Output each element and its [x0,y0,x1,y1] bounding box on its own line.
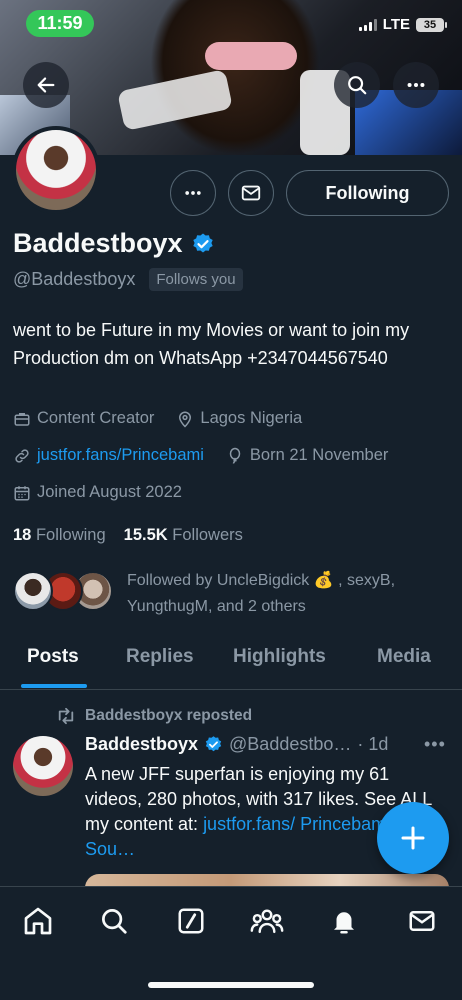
arrow-left-icon [37,77,55,93]
grok-icon [178,908,204,934]
mail-icon [241,185,261,201]
post-author-handle: @Baddestbo… [229,734,352,754]
following-button[interactable]: Following [286,170,449,216]
followers-label: Followers [172,526,243,544]
briefcase-icon [14,412,30,426]
communities-icon [250,909,284,934]
signal-icon [358,18,377,31]
more-horizontal-icon [185,191,201,195]
message-button[interactable] [228,170,274,216]
repost-indicator: Baddestboyx reposted [55,707,252,725]
nav-home[interactable] [21,904,55,938]
bottom-nav [0,886,462,1000]
post-author-name[interactable]: Baddestboyx [85,734,198,755]
verified-badge-icon [205,736,222,752]
search-icon [348,76,367,95]
tab-highlights[interactable]: Highlights [233,646,326,668]
nav-notifications[interactable] [327,904,361,938]
profile-more-button[interactable] [170,170,216,216]
website-link[interactable]: justfor.fans/Princebami [37,446,204,465]
birthday-label: Born 21 November [249,446,389,464]
followers-count-link[interactable]: 15.5K Followers [124,526,243,545]
profile-name: Baddestboyx [13,228,215,259]
network-label: LTE [382,16,410,33]
plus-icon [401,826,425,850]
search-button[interactable] [334,62,380,108]
repost-label[interactable]: Baddestboyx reposted [85,707,252,725]
meta-row-2: justfor.fans/Princebami Born 21 November [13,446,388,465]
location-pin-icon [179,411,192,428]
search-icon [102,909,127,934]
profile-bio: went to be Future in my Movies or want t… [13,320,410,368]
status-time: 11:59 [26,10,94,37]
profile-tabs: Posts Replies Highlights Media [0,636,462,690]
nav-communities[interactable] [250,904,284,938]
bell-icon [334,912,354,934]
website-item[interactable]: justfor.fans/Princebami [13,446,204,465]
location-item: Lagos Nigeria [176,409,302,428]
follows-you-badge: Follows you [149,268,243,291]
status-indicators: LTE 35 [358,16,447,33]
category-item: Content Creator [13,409,154,428]
nav-grok[interactable] [174,904,208,938]
category-label: Content Creator [37,409,155,427]
tab-replies[interactable]: Replies [126,646,194,668]
profile-name-text: Baddestboyx [13,228,183,258]
calendar-icon [14,485,30,500]
balloon-icon [229,447,241,464]
joined-item: Joined August 2022 [13,483,182,502]
followers-count: 15.5K [123,526,168,544]
meta-row-1: Content Creator Lagos Nigeria [13,409,302,428]
profile-avatar[interactable] [12,126,100,214]
banner-shape [205,42,297,70]
followed-by-text: Followed by UncleBigdick 💰 , sexyB, Yung… [127,572,396,615]
mutual-avatar [13,571,53,611]
following-count: 18 [13,526,32,544]
follow-counts: 18 Following 15.5K Followers [13,526,243,545]
banner-shape [150,0,320,155]
back-button[interactable] [23,62,69,108]
meta-row-3: Joined August 2022 [13,483,182,502]
mail-icon [409,911,435,931]
more-options-button[interactable] [393,62,439,108]
tab-media[interactable]: Media [377,646,431,668]
tab-posts[interactable]: Posts [27,646,79,668]
profile-handle: @Baddestboyx [13,269,136,289]
home-indicator [148,982,314,988]
more-horizontal-icon [407,82,425,88]
link-icon [15,448,29,463]
repost-icon [58,707,74,725]
compose-button[interactable] [377,802,449,874]
home-icon [24,907,52,935]
battery-icon: 35 [416,17,447,32]
following-count-link[interactable]: 18 Following [13,526,106,545]
nav-messages[interactable] [405,904,439,938]
birthday-item: Born 21 November [226,446,389,465]
verified-badge-icon[interactable] [191,232,215,256]
active-tab-indicator [21,684,87,688]
joined-label: Joined August 2022 [37,483,182,501]
location-label: Lagos Nigeria [200,409,303,427]
mutual-avatars [13,571,113,615]
handle-row: @Baddestboyx Follows you [13,268,243,291]
post-time: · 1d [357,734,389,754]
followed-by-row[interactable]: Followed by UncleBigdick 💰 , sexyB, Yung… [13,568,437,620]
nav-search[interactable] [97,904,131,938]
post-author-avatar[interactable] [13,736,73,796]
post-header: Baddestboyx @Baddestbo… · 1d [85,734,388,755]
post-more-button[interactable]: ••• [424,734,446,755]
following-label: Following [35,526,106,544]
